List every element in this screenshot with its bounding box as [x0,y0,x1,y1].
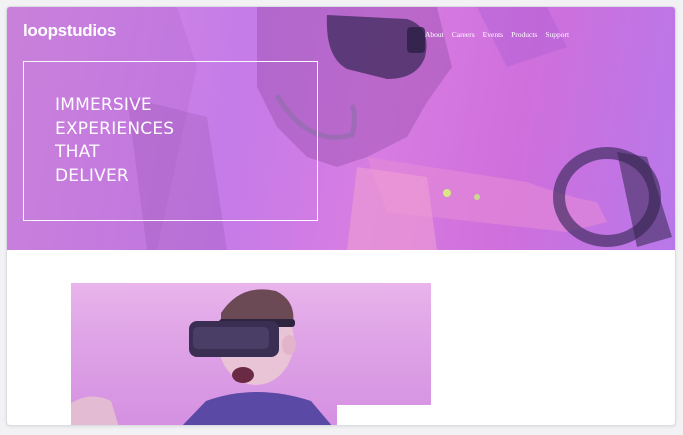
nav-link-support[interactable]: Support [545,30,569,39]
headline-line: THAT [55,142,100,162]
headline-line: IMMERSIVE [55,95,152,115]
nav-link-products[interactable]: Products [511,30,537,39]
nav-link-about[interactable]: About [425,30,444,39]
headline-line: EXPERIENCES [55,118,175,139]
nav-link-events[interactable]: Events [483,30,503,39]
hero-section: loopstudios About Careers Events Product… [7,7,675,250]
brand-logo[interactable]: loopstudios [23,21,116,41]
headline-line: DELIVER [55,165,129,186]
hero-headline: IMMERSIVE EXPERIENCES THAT DELIVER [55,94,174,188]
content-overlay-block [337,405,437,425]
nav-link-careers[interactable]: Careers [452,30,475,39]
browser-viewport: loopstudios About Careers Events Product… [6,6,676,426]
main-navigation: About Careers Events Products Support [425,30,569,39]
